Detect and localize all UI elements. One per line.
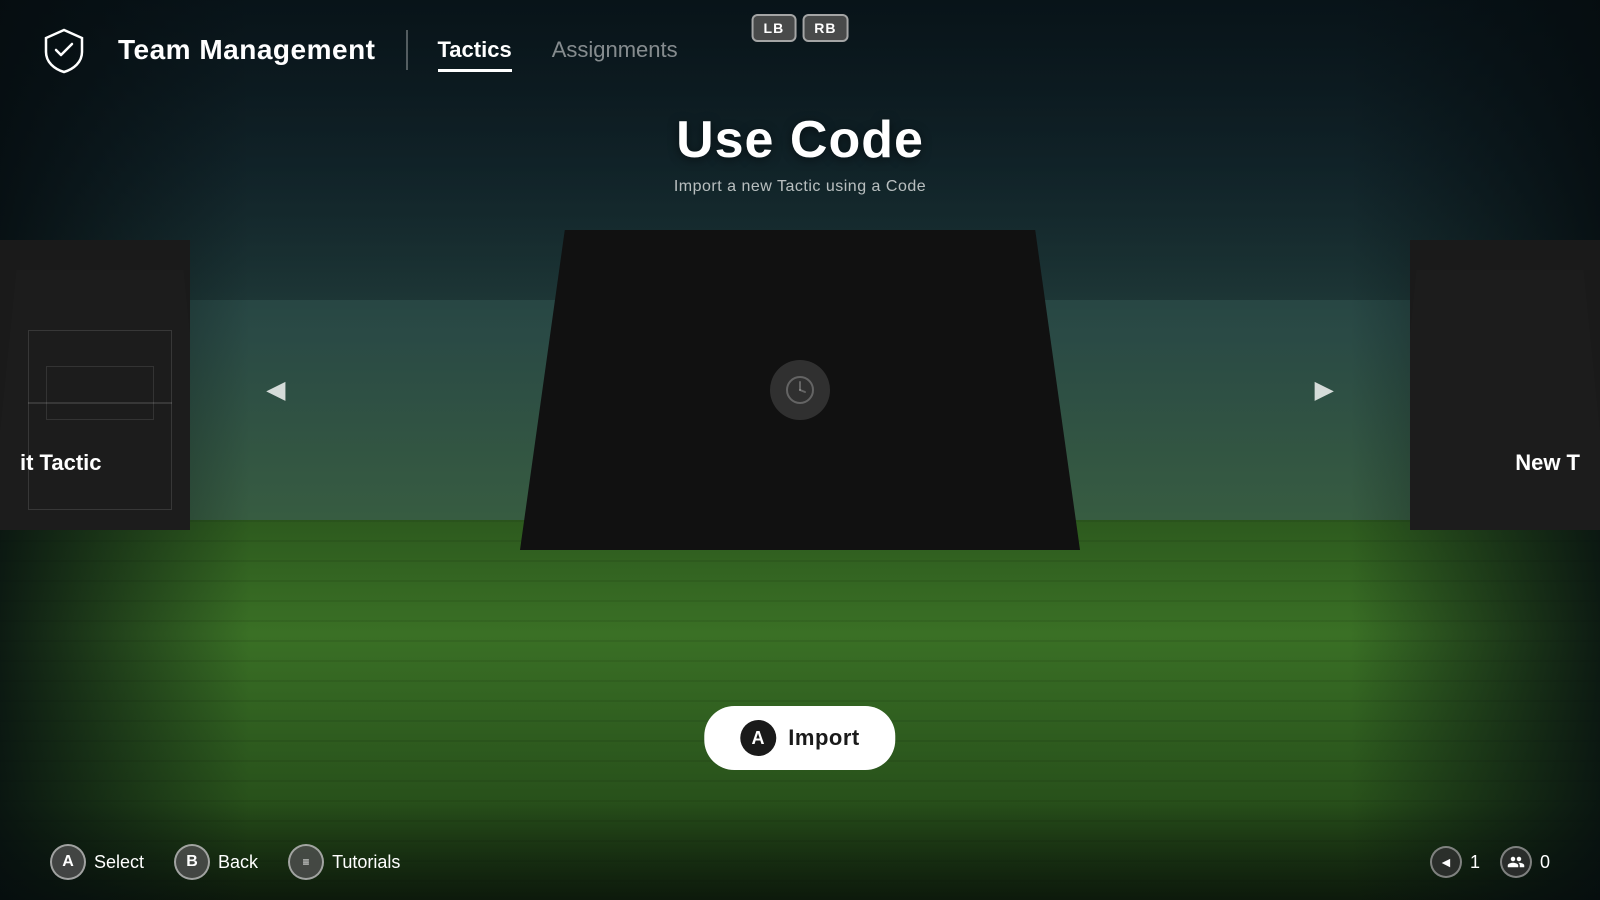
cards-area: it Tactic ◄ ► New T [0,220,1600,560]
select-btn[interactable]: A [50,844,86,880]
import-button-area: A Import [704,706,895,770]
people-count: 0 [1540,852,1550,873]
nav-arrow-left[interactable]: ◄ [260,372,292,409]
page-title-area: Use Code Import a new Tactic using a Cod… [0,110,1600,196]
nav-count: 1 [1470,852,1480,873]
back-control: B Back [174,844,258,880]
people-count-item: 0 [1500,846,1550,878]
card-left-inner [0,240,190,530]
header: Team Management Tactics Assignments [0,0,1600,100]
nav-count-item: ◄ 1 [1430,846,1480,878]
header-title: Team Management [118,34,376,66]
tutorials-label: Tutorials [332,852,400,873]
page-title: Use Code [0,110,1600,170]
tutorials-control: ≡ Tutorials [288,844,400,880]
people-svg [1507,853,1525,871]
bottom-bar: A Select B Back ≡ Tutorials ◄ 1 [0,844,1600,880]
card-center-trapezoid [520,230,1080,550]
page-subtitle: Import a new Tactic using a Code [0,178,1600,196]
bottom-controls: A Select B Back ≡ Tutorials [50,844,400,880]
import-btn-circle: A [740,720,776,756]
left-card-label: it Tactic [20,450,102,476]
header-divider [406,30,408,70]
tutorials-btn[interactable]: ≡ [288,844,324,880]
nav-arrow-right[interactable]: ► [1308,372,1340,409]
logo [40,26,88,74]
nav-tabs: Tactics Assignments [438,32,678,68]
clock-icon [784,374,816,406]
back-label: Back [218,852,258,873]
nav-circle-icon: ◄ [1430,846,1462,878]
import-btn-label: Import [788,725,859,751]
tab-assignments[interactable]: Assignments [552,32,678,68]
people-icon [1500,846,1532,878]
tab-tactics[interactable]: Tactics [438,32,512,68]
right-card-label: New T [1515,450,1580,476]
card-left-partial [0,240,190,530]
import-button[interactable]: A Import [704,706,895,770]
card-center-icon [770,360,830,420]
card-center[interactable] [520,230,1080,550]
select-control: A Select [50,844,144,880]
card-right-inner [1410,240,1600,530]
card-right-partial [1410,240,1600,530]
shield-icon [40,26,88,74]
back-btn[interactable]: B [174,844,210,880]
select-label: Select [94,852,144,873]
bottom-right: ◄ 1 0 [1430,846,1550,878]
